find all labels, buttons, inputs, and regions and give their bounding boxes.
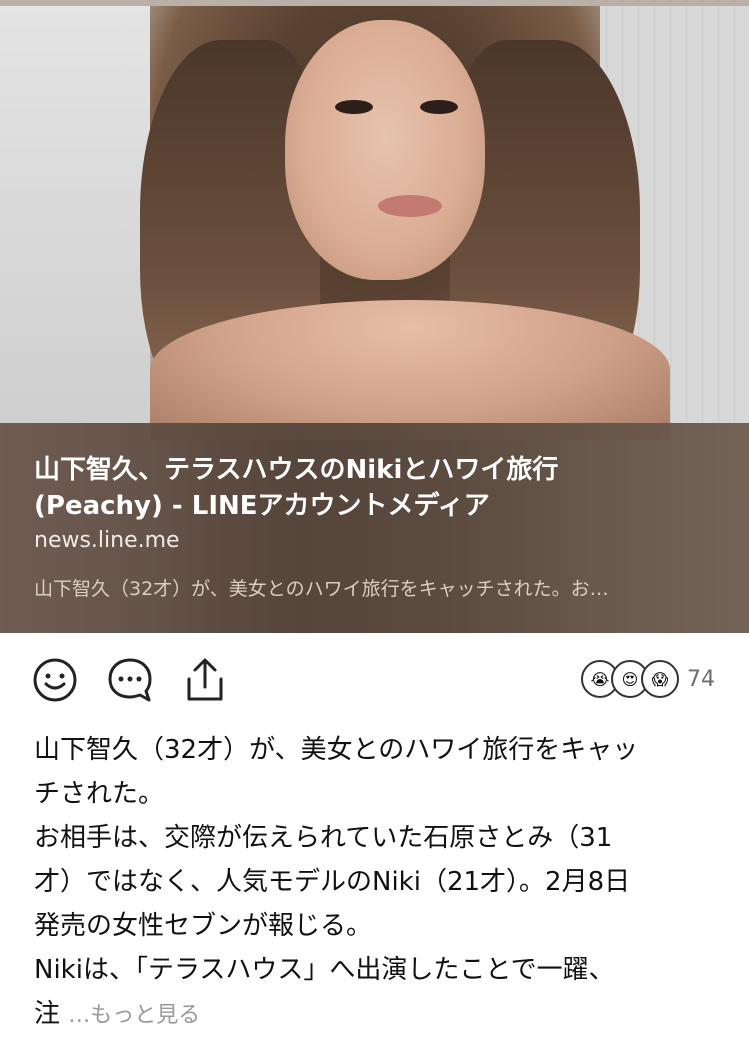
card-top-edge: [0, 0, 749, 6]
card-domain: news.line.me: [34, 528, 180, 553]
photo-lips: [378, 195, 442, 217]
card-title-line2: (Peachy) - LINEアカウントメディア: [34, 491, 490, 521]
link-preview-card[interactable]: 山下智久、テラスハウスのNikiとハワイ旅行 (Peachy) - LINEアカ…: [0, 0, 749, 633]
card-snippet: 山下智久（32才）が、美女とのハワイ旅行をキャッチされた。お…: [34, 578, 609, 600]
share-icon: [187, 658, 223, 701]
reaction-summary[interactable]: 😭 😍 😱 74: [581, 660, 715, 698]
post-line: 発売の女性セブンが報じる。: [34, 911, 373, 941]
comment-button[interactable]: [105, 655, 155, 705]
photo-eye-left: [335, 100, 373, 114]
reaction-count: 74: [687, 666, 715, 692]
shocked-face-icon: 😱: [641, 660, 679, 698]
photo-eye-right: [420, 100, 458, 114]
photo-face: [285, 20, 485, 280]
card-title[interactable]: 山下智久、テラスハウスのNikiとハワイ旅行 (Peachy) - LINEアカ…: [34, 452, 724, 524]
post-body: 山下智久（32才）が、美女とのハワイ旅行をキャッ チされた。 お相手は、交際が伝…: [34, 728, 714, 1038]
post-last-fragment: 注: [34, 999, 61, 1029]
share-button[interactable]: [180, 655, 230, 705]
post-line: お相手は、交際が伝えられていた石原さとみ（31: [34, 823, 613, 853]
post-line: 山下智久（32才）が、美女とのハワイ旅行をキャッ: [34, 735, 639, 765]
post-line: チされた。: [34, 779, 165, 809]
smiley-icon: [33, 658, 77, 702]
post-line: Nikiは、「テラスハウス」へ出演したことで一躍、: [34, 955, 615, 985]
comment-icon: [108, 658, 152, 702]
see-more-link[interactable]: …もっと見る: [68, 1003, 200, 1028]
post-line: 才）ではなく、人気モデルのNiki（21才）。2月8日: [34, 867, 631, 897]
post-line-last: 注 …もっと見る: [34, 992, 714, 1038]
photo-shoulders: [150, 300, 670, 440]
card-title-line1: 山下智久、テラスハウスのNikiとハワイ旅行: [34, 455, 559, 485]
react-button[interactable]: [30, 655, 80, 705]
